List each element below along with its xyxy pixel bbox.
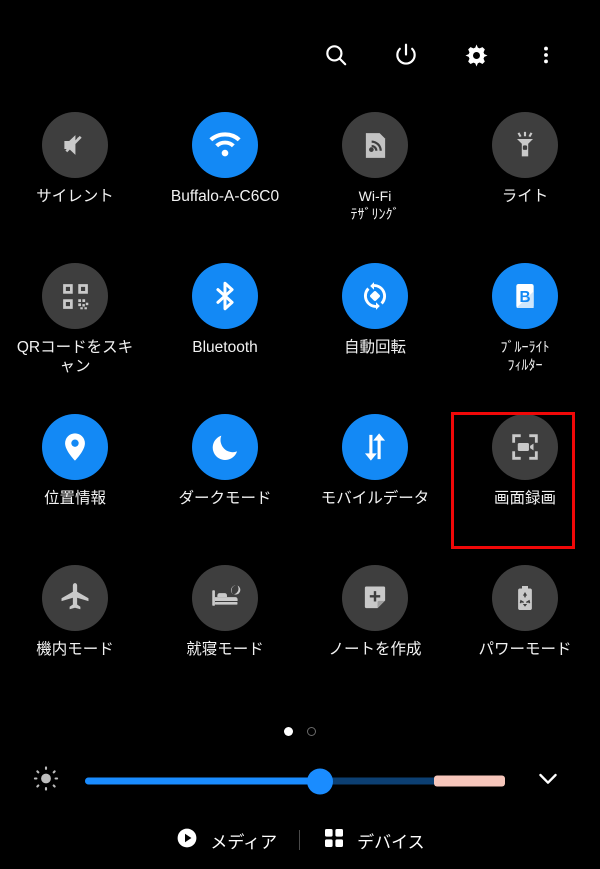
screen-record-icon [492,414,558,480]
search-icon[interactable] [316,35,356,75]
tile-label: ノートを作成 [328,641,422,658]
chevron-down-icon[interactable] [534,765,562,798]
tile-auto-rotate[interactable]: 自動回転 [300,263,450,414]
mobile-data-icon [342,414,408,480]
power-icon[interactable] [386,35,426,75]
tile-label: QRコードをスキャン [16,339,134,375]
tile-blue-light-filter[interactable]: B ﾌﾞﾙｰﾗｲﾄ ﾌｨﾙﾀｰ [450,263,600,414]
tile-bedtime-mode[interactable]: 就寝モード [150,565,300,716]
tile-location[interactable]: 位置情報 [0,414,150,565]
hotspot-icon [342,112,408,178]
page-indicator [0,727,600,736]
tile-label: ダークモード [178,490,272,507]
moon-icon [192,414,258,480]
brightness-icon [32,765,60,798]
tile-airplane-mode[interactable]: 機内モード [0,565,150,716]
tile-label: サイレント [36,188,114,205]
tile-dark-mode[interactable]: ダークモード [150,414,300,565]
grid-squares-icon [322,826,346,855]
tile-label-line2: ﾌｨﾙﾀｰ [507,357,543,373]
tile-label-line1: Wi-Fi [358,188,392,204]
tile-label: モバイルデータ [320,490,430,507]
tile-bluetooth[interactable]: Bluetooth [150,263,300,414]
tile-label: 就寝モード [186,641,264,658]
qr-code-icon [42,263,108,329]
page-dot-active[interactable] [284,727,293,736]
tile-silent[interactable]: サイレント [0,112,150,263]
page-dot-inactive[interactable] [307,727,316,736]
wifi-icon [192,112,258,178]
tile-label-line2: ﾃｻﾞﾘﾝｸﾞ [350,206,400,222]
tile-label: ﾌﾞﾙｰﾗｲﾄ ﾌｨﾙﾀｰ [501,338,550,374]
auto-rotate-icon [342,263,408,329]
tile-label: Bluetooth [192,339,258,356]
bluetooth-icon [192,263,258,329]
brightness-slider[interactable] [85,768,505,794]
power-saver-icon [492,565,558,631]
tile-label: パワーモード [478,641,572,658]
tile-wifi-tethering[interactable]: Wi-Fi ﾃｻﾞﾘﾝｸﾞ [300,112,450,263]
play-circle-icon [175,826,199,855]
media-label: メディア [210,832,278,852]
tile-power-mode[interactable]: パワーモード [450,565,600,716]
tile-label: ライト [501,188,549,205]
brightness-fill [85,777,321,785]
location-pin-icon [42,414,108,480]
airplane-icon [42,565,108,631]
brightness-warm-segment [433,775,505,787]
quick-settings-header [0,0,600,110]
devices-label: デバイス [357,832,425,852]
bedtime-icon [192,565,258,631]
overflow-menu-icon[interactable] [526,35,566,75]
settings-gear-icon[interactable] [456,35,496,75]
tile-label-line1: ﾌﾞﾙｰﾗｲﾄ [500,339,550,355]
tile-mobile-data[interactable]: モバイルデータ [300,414,450,565]
brightness-slider-row [0,758,600,804]
flashlight-icon [492,112,558,178]
tile-qr-scan[interactable]: QRコードをスキャン [0,263,150,414]
tile-label: 機内モード [36,641,114,658]
footer-divider [299,830,301,850]
media-button[interactable]: メディア [175,826,277,855]
svg-text:B: B [519,289,530,306]
new-note-icon [342,565,408,631]
quick-settings-footer: メディア デバイス [0,811,600,869]
blue-light-filter-icon: B [492,263,558,329]
tile-flashlight[interactable]: ライト [450,112,600,263]
tile-label: 位置情報 [43,490,106,507]
quick-settings-panel: サイレント Buffalo-A-C6C0 Wi-Fi ﾃｻﾞﾘﾝｸﾞ ライト Q… [0,0,600,869]
tile-label: 自動回転 [343,339,406,356]
tile-new-note[interactable]: ノートを作成 [300,565,450,716]
tile-screen-record[interactable]: 画面録画 [450,414,600,565]
tile-label: 画面録画 [493,490,556,507]
tile-wifi[interactable]: Buffalo-A-C6C0 [150,112,300,263]
tile-label: Buffalo-A-C6C0 [170,188,280,205]
quick-settings-tiles: サイレント Buffalo-A-C6C0 Wi-Fi ﾃｻﾞﾘﾝｸﾞ ライト Q… [0,112,600,716]
tile-label: Wi-Fi ﾃｻﾞﾘﾝｸﾞ [351,187,400,223]
brightness-slider-handle[interactable] [307,768,334,794]
volume-off-icon [42,112,108,178]
devices-button[interactable]: デバイス [322,826,425,855]
